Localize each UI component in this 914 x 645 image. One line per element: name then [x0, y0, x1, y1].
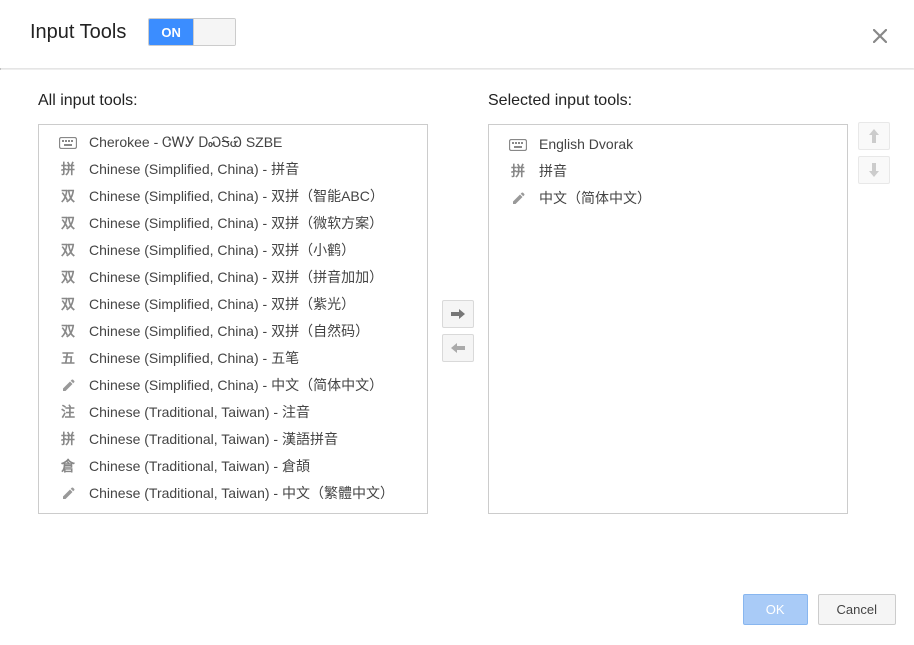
list-item[interactable]: 双 Chinese (Simplified, China) - 双拼（自然码）	[39, 318, 427, 345]
shuang-icon: 双	[57, 296, 79, 314]
cancel-button[interactable]: Cancel	[818, 594, 896, 625]
list-item-label: Chinese (Simplified, China) - 中文（简体中文）	[89, 375, 383, 396]
list-item[interactable]: 五 Chinese (Simplified, China) - 五笔	[39, 345, 427, 372]
list-item-label: Chinese (Simplified, China) - 双拼（紫光）	[89, 294, 355, 315]
ok-button[interactable]: OK	[743, 594, 808, 625]
list-item[interactable]: 拼 Chinese (Traditional, Taiwan) - 漢語拼音	[39, 426, 427, 453]
shuang-icon: 双	[57, 215, 79, 233]
pin-icon: 拼	[57, 431, 79, 449]
list-item[interactable]: 拼 Chinese (Simplified, China) - 拼音	[39, 156, 427, 183]
move-down-button[interactable]	[858, 156, 890, 184]
dialog-footer: OK Cancel	[0, 580, 914, 645]
list-item-label: English Dvorak	[539, 134, 633, 155]
list-item[interactable]: 中文（简体中文）	[489, 185, 847, 212]
list-item[interactable]: 拼拼音	[489, 158, 847, 185]
move-right-button[interactable]	[442, 300, 474, 328]
list-item-label: Chinese (Simplified, China) - 双拼（智能ABC）	[89, 186, 384, 207]
close-icon	[873, 29, 887, 43]
shuang-icon: 双	[57, 188, 79, 206]
list-item-label: Chinese (Simplified, China) - 拼音	[89, 159, 299, 180]
all-tools-list[interactable]: Cherokee - ᏣᎳᎩ ᎠᏍᎦᏯ SZBE 拼 Chinese (Simpli…	[38, 124, 428, 514]
list-item[interactable]: 双 Chinese (Simplified, China) - 双拼（拼音加加）	[39, 264, 427, 291]
dialog-title: Input Tools	[30, 21, 126, 44]
list-item-label: Chinese (Simplified, China) - 双拼（小鹤）	[89, 240, 355, 261]
all-tools-column: All input tools: Cherokee - ᏣᎳᎩ ᎠᏍᎦᏯ SZB…	[38, 92, 428, 570]
selected-tools-column: Selected input tools: English Dvorak 拼拼音中…	[488, 92, 848, 570]
list-item-label: Chinese (Simplified, China) - 双拼（微软方案）	[89, 213, 383, 234]
list-item[interactable]: 双 Chinese (Simplified, China) - 双拼（智能ABC）	[39, 183, 427, 210]
selected-tools-title: Selected input tools:	[488, 92, 848, 110]
list-item[interactable]: English Dvorak	[489, 131, 847, 158]
keyboard-icon	[507, 136, 529, 154]
list-item-label: Chinese (Simplified, China) - 双拼（自然码）	[89, 321, 369, 342]
toggle-on-label: ON	[149, 19, 193, 45]
list-item-label: Cherokee - ᏣᎳᎩ ᎠᏍᎦᏯ SZBE	[89, 132, 282, 153]
keyboard-icon	[57, 134, 79, 152]
reorder-buttons-column	[854, 92, 894, 570]
input-tools-dialog: Input Tools ON All input tools: Cherokee…	[0, 0, 914, 645]
list-item-label: Chinese (Traditional, Taiwan) - 注音	[89, 402, 310, 423]
list-item-label: Chinese (Traditional, Taiwan) - 倉頡	[89, 456, 310, 477]
list-item-label: Chinese (Simplified, China) - 五笔	[89, 348, 299, 369]
shuang-icon: 双	[57, 269, 79, 287]
dialog-body: All input tools: Cherokee - ᏣᎳᎩ ᎠᏍᎦᏯ SZB…	[0, 70, 914, 580]
move-left-button[interactable]	[442, 334, 474, 362]
list-item-label: 拼音	[539, 161, 567, 182]
list-item-label: Chinese (Traditional, Taiwan) - 漢語拼音	[89, 429, 338, 450]
pin-icon: 拼	[57, 161, 79, 179]
shuang-icon: 双	[57, 323, 79, 341]
list-item[interactable]: 倉 Chinese (Traditional, Taiwan) - 倉頡	[39, 453, 427, 480]
pencil-icon	[57, 485, 79, 503]
list-item[interactable]: Cherokee - ᏣᎳᎩ ᎠᏍᎦᏯ SZBE	[39, 129, 427, 156]
move-buttons-column	[428, 92, 488, 570]
list-item[interactable]: Chinese (Traditional, Taiwan) - 中文（繁體中文）	[39, 480, 427, 507]
pencil-icon	[507, 190, 529, 208]
arrow-right-icon	[451, 308, 465, 320]
all-tools-title: All input tools:	[38, 92, 428, 110]
list-item-label: Chinese (Traditional, Taiwan) - 中文（繁體中文）	[89, 483, 394, 504]
cang-icon: 倉	[57, 458, 79, 476]
move-up-button[interactable]	[858, 122, 890, 150]
list-item[interactable]: 注 Chinese (Traditional, Taiwan) - 注音	[39, 399, 427, 426]
list-item[interactable]: 双 Chinese (Simplified, China) - 双拼（微软方案）	[39, 210, 427, 237]
pencil-icon	[57, 377, 79, 395]
list-item-label: Chinese (Simplified, China) - 双拼（拼音加加）	[89, 267, 383, 288]
enable-toggle[interactable]: ON	[148, 18, 236, 46]
arrow-up-icon	[868, 129, 880, 143]
list-item[interactable]: 双 Chinese (Simplified, China) - 双拼（小鹤）	[39, 237, 427, 264]
dialog-header: Input Tools ON	[0, 0, 914, 68]
arrow-left-icon	[451, 342, 465, 354]
arrow-down-icon	[868, 163, 880, 177]
list-item-label: 中文（简体中文）	[539, 188, 651, 209]
pin-icon: 拼	[507, 163, 529, 181]
wu-icon: 五	[57, 350, 79, 368]
close-button[interactable]	[872, 28, 888, 44]
zhu-icon: 注	[57, 404, 79, 422]
list-item[interactable]: 双 Chinese (Simplified, China) - 双拼（紫光）	[39, 291, 427, 318]
toggle-off-segment	[193, 19, 235, 45]
shuang-icon: 双	[57, 242, 79, 260]
selected-tools-list[interactable]: English Dvorak 拼拼音中文（简体中文）	[488, 124, 848, 514]
list-item[interactable]: Chinese (Simplified, China) - 中文（简体中文）	[39, 372, 427, 399]
